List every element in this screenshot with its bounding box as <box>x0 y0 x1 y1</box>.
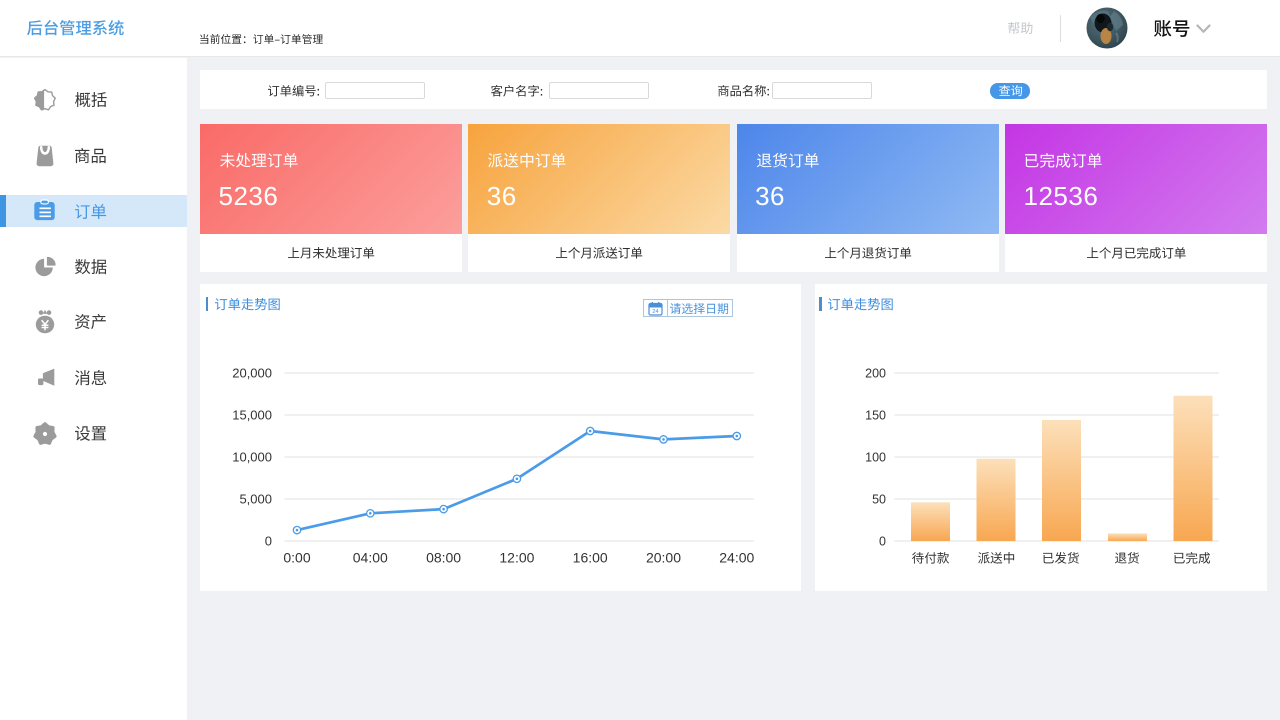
svg-text:16:00: 16:00 <box>573 550 608 566</box>
svg-text:200: 200 <box>865 367 886 381</box>
svg-text:20:00: 20:00 <box>646 550 681 566</box>
svg-text:100: 100 <box>865 451 886 465</box>
svg-text:20,000: 20,000 <box>232 366 272 381</box>
svg-text:12:00: 12:00 <box>499 550 534 566</box>
svg-text:10,000: 10,000 <box>232 450 272 465</box>
svg-text:15,000: 15,000 <box>232 408 272 423</box>
svg-text:08:00: 08:00 <box>426 550 461 566</box>
svg-text:150: 150 <box>865 409 886 423</box>
svg-text:24:00: 24:00 <box>719 550 754 566</box>
svg-text:50: 50 <box>872 493 886 507</box>
svg-text:5,000: 5,000 <box>239 492 272 507</box>
svg-text:0:00: 0:00 <box>283 550 310 566</box>
svg-text:0: 0 <box>879 535 886 549</box>
svg-text:0: 0 <box>265 534 272 549</box>
svg-text:04:00: 04:00 <box>353 550 388 566</box>
